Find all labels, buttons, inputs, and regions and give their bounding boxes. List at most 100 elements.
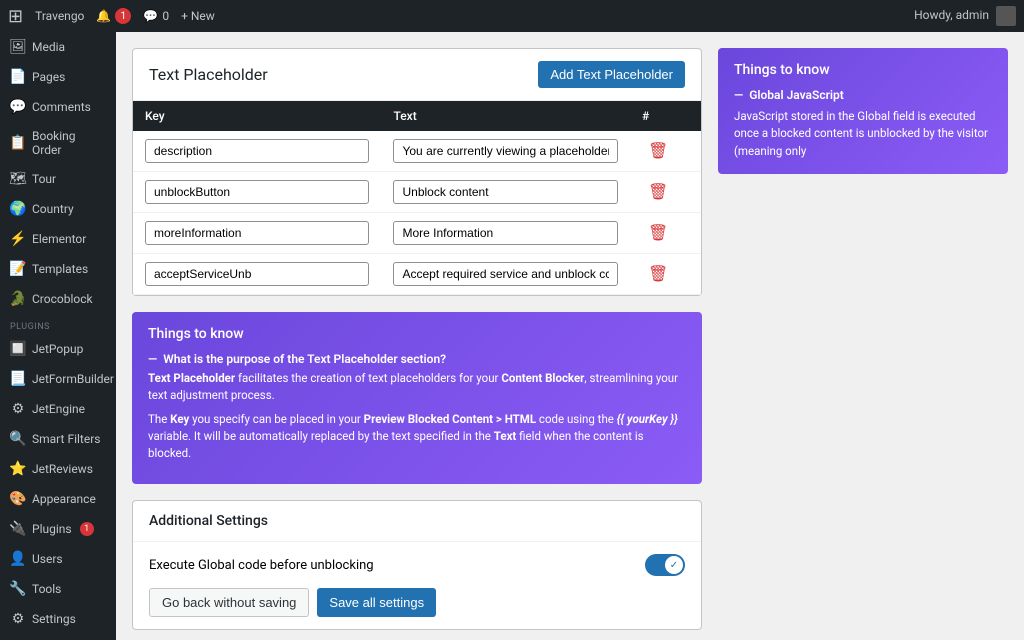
table-row: 🗑 bbox=[133, 131, 701, 172]
notification-count: 1 bbox=[115, 8, 131, 24]
add-placeholder-button[interactable]: Add Text Placeholder bbox=[538, 61, 685, 88]
pages-icon: 📄 bbox=[10, 69, 26, 85]
delete-button[interactable]: 🗑 bbox=[642, 221, 674, 245]
sidebar-item-jetpopup[interactable]: 🔲 JetPopup bbox=[0, 334, 116, 364]
admin-bar: ⊞ Travengo 🔔 1 💬 0 + New Howdy, admin bbox=[0, 0, 1024, 32]
action-cell: 🗑 bbox=[630, 131, 701, 172]
sidebar-item-smart-filters[interactable]: 🔍 Smart Filters bbox=[0, 424, 116, 454]
sidebar-item-plugins[interactable]: 🔌 Plugins 1 bbox=[0, 514, 116, 544]
sidebar-item-label: Templates bbox=[32, 262, 88, 276]
new-item[interactable]: + New bbox=[181, 9, 215, 23]
card-title: Text Placeholder bbox=[149, 65, 268, 84]
save-button[interactable]: Save all settings bbox=[317, 588, 436, 617]
card-header: Text Placeholder Add Text Placeholder bbox=[133, 49, 701, 101]
sidebar-item-label: Tools bbox=[32, 582, 61, 596]
go-back-button[interactable]: Go back without saving bbox=[149, 588, 309, 617]
site-name[interactable]: Travengo bbox=[35, 9, 84, 23]
sidebar-item-jetengine[interactable]: ⚙ JetEngine bbox=[0, 394, 116, 424]
placeholders-table: Key Text # 🗑 bbox=[133, 101, 701, 295]
col-actions: # bbox=[630, 101, 701, 131]
sidebar-item-templates[interactable]: 📝 Templates bbox=[0, 254, 116, 284]
text-cell bbox=[381, 213, 629, 254]
key-cell bbox=[133, 131, 381, 172]
sidebar-item-appearance[interactable]: 🎨 Appearance bbox=[0, 484, 116, 514]
sidebar-item-pages[interactable]: 📄 Pages bbox=[0, 62, 116, 92]
country-icon: 🌍 bbox=[10, 201, 26, 217]
elementor-icon: ⚡ bbox=[10, 231, 26, 247]
right-things-card: Things to know — Global JavaScript JavaS… bbox=[718, 48, 1008, 174]
text-cell bbox=[381, 131, 629, 172]
sidebar-item-label: Settings bbox=[32, 612, 76, 626]
comments-item[interactable]: 💬 0 bbox=[143, 9, 169, 23]
sidebar-item-label: Country bbox=[32, 202, 74, 216]
key-cell bbox=[133, 254, 381, 295]
plugins-section-label: PLUGINS bbox=[0, 314, 116, 334]
sidebar-item-booking-order[interactable]: 📋 Booking Order bbox=[0, 122, 116, 164]
sidebar-item-tools[interactable]: 🔧 Tools bbox=[0, 574, 116, 604]
sidebar-item-label: Smart Filters bbox=[32, 432, 100, 446]
text-cell bbox=[381, 254, 629, 295]
faq-question: — What is the purpose of the Text Placeh… bbox=[148, 352, 686, 366]
key-input[interactable] bbox=[145, 262, 369, 286]
sidebar-item-settings[interactable]: ⚙ Settings bbox=[0, 604, 116, 634]
text-placeholder-card: Text Placeholder Add Text Placeholder Ke… bbox=[132, 48, 702, 296]
appearance-icon: 🎨 bbox=[10, 491, 26, 507]
sidebar-item-label: Booking Order bbox=[32, 129, 106, 157]
right-faq-question-text: Global JavaScript bbox=[749, 88, 844, 102]
key-input[interactable] bbox=[145, 139, 369, 163]
things-to-know-card: Things to know — What is the purpose of … bbox=[132, 312, 702, 484]
sidebar-item-comments[interactable]: 💬 Comments bbox=[0, 92, 116, 122]
sidebar-item-tour[interactable]: 🗺 Tour bbox=[0, 164, 116, 194]
sidebar-item-label: JetReviews bbox=[32, 462, 93, 476]
card-body: Key Text # 🗑 bbox=[133, 101, 701, 295]
actions-row: Go back without saving Save all settings bbox=[149, 588, 685, 617]
jetengine-icon: ⚙ bbox=[10, 401, 26, 417]
sidebar-item-users[interactable]: 👤 Users bbox=[0, 544, 116, 574]
delete-button[interactable]: 🗑 bbox=[642, 139, 674, 163]
sidebar: 🖼 Media 📄 Pages 💬 Comments 📋 Booking Ord… bbox=[0, 32, 116, 640]
comments-icon: 💬 bbox=[10, 99, 26, 115]
sidebar-item-label: Plugins bbox=[32, 522, 72, 536]
main-left-panel: Text Placeholder Add Text Placeholder Ke… bbox=[132, 48, 702, 624]
sidebar-item-media[interactable]: 🖼 Media bbox=[0, 32, 116, 62]
site-name-label: Travengo bbox=[35, 9, 84, 23]
table-row: 🗑 bbox=[133, 213, 701, 254]
text-input[interactable] bbox=[393, 221, 617, 245]
admin-greeting: Howdy, admin bbox=[914, 6, 1016, 26]
sidebar-item-theme[interactable]: 🎨 kave Theme bbox=[0, 634, 116, 640]
key-cell bbox=[133, 213, 381, 254]
setting-label: Execute Global code before unblocking bbox=[149, 558, 374, 573]
table-row: 🗑 bbox=[133, 254, 701, 295]
sidebar-item-label: JetPopup bbox=[32, 342, 83, 356]
toggle-switch[interactable]: ✓ bbox=[645, 554, 685, 576]
new-label: + New bbox=[181, 9, 215, 23]
jetformbuilder-icon: 📃 bbox=[10, 371, 26, 387]
sidebar-item-elementor[interactable]: ⚡ Elementor bbox=[0, 224, 116, 254]
faq-item: — What is the purpose of the Text Placeh… bbox=[148, 352, 686, 462]
sidebar-item-crocoblock[interactable]: 🐊 Crocoblock bbox=[0, 284, 116, 314]
delete-button[interactable]: 🗑 bbox=[642, 180, 674, 204]
text-input[interactable] bbox=[393, 180, 617, 204]
faq-question-text: What is the purpose of the Text Placehol… bbox=[163, 352, 446, 366]
text-input[interactable] bbox=[393, 262, 617, 286]
additional-settings-body: Execute Global code before unblocking ✓ … bbox=[133, 542, 701, 629]
delete-button[interactable]: 🗑 bbox=[642, 262, 674, 286]
comment-count: 0 bbox=[162, 9, 169, 23]
wp-logo-icon: ⊞ bbox=[8, 6, 23, 27]
sidebar-item-jetreviews[interactable]: ⭐ JetReviews bbox=[0, 454, 116, 484]
notifications-item[interactable]: 🔔 1 bbox=[96, 8, 131, 24]
sidebar-item-label: Elementor bbox=[32, 232, 86, 246]
right-faq-answer: JavaScript stored in the Global field is… bbox=[734, 108, 992, 160]
sidebar-item-label: Comments bbox=[32, 100, 91, 114]
booking-icon: 📋 bbox=[10, 135, 26, 151]
settings-icon: ⚙ bbox=[10, 611, 26, 627]
key-input[interactable] bbox=[145, 180, 369, 204]
key-input[interactable] bbox=[145, 221, 369, 245]
sidebar-item-jetformbuilder[interactable]: 📃 JetFormBuilder bbox=[0, 364, 116, 394]
additional-settings-header: Additional Settings bbox=[133, 501, 701, 542]
main-content: Text Placeholder Add Text Placeholder Ke… bbox=[116, 32, 1024, 640]
faq-answer-1: Text Placeholder facilitates the creatio… bbox=[148, 370, 686, 405]
text-input[interactable] bbox=[393, 139, 617, 163]
bell-icon: 🔔 bbox=[96, 9, 111, 23]
sidebar-item-country[interactable]: 🌍 Country bbox=[0, 194, 116, 224]
